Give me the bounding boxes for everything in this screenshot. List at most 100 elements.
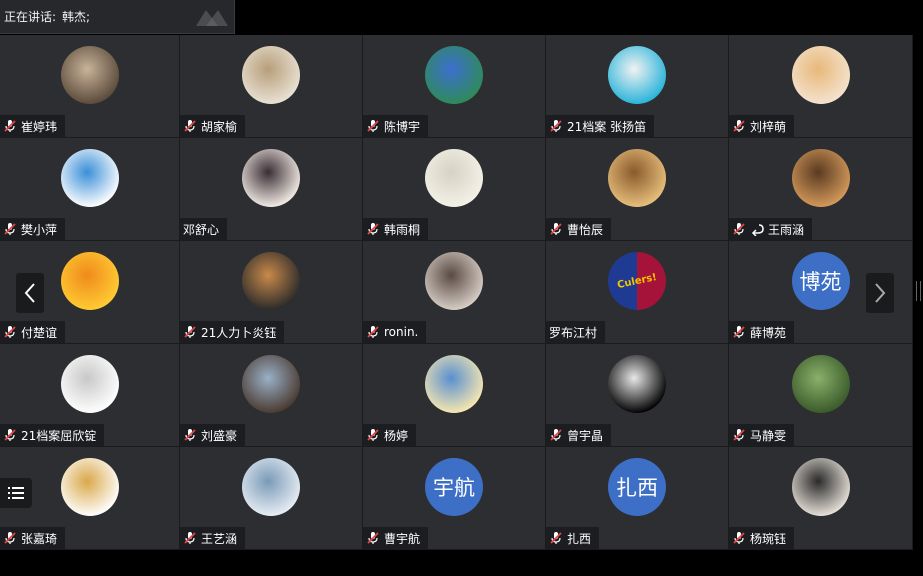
avatar-initials: 宇航	[433, 476, 475, 500]
participant-nametag: 21档案屈欣锭	[0, 424, 105, 446]
participant-tile[interactable]: 曾宇晶	[546, 344, 729, 447]
participant-name: 21档案屈欣锭	[21, 428, 97, 443]
participant-tile[interactable]: 杨琬钰	[729, 447, 913, 550]
participant-tile[interactable]: 胡家榆	[180, 35, 363, 138]
participant-list-button[interactable]	[0, 478, 32, 508]
participant-nametag: 罗布江村	[546, 321, 606, 343]
participant-avatar	[60, 46, 119, 104]
participant-name: 罗布江村	[549, 325, 598, 340]
mic-muted-icon	[550, 532, 562, 544]
participant-nametag: 胡家榆	[180, 115, 246, 137]
participant-nametag: 付楚谊	[0, 321, 66, 343]
participant-nametag: 邓舒心	[180, 218, 228, 240]
participant-name: 杨婷	[384, 428, 409, 443]
mic-muted-icon	[184, 326, 196, 338]
participant-avatar	[242, 458, 300, 516]
participant-avatar	[242, 46, 300, 104]
participant-avatar	[425, 355, 483, 413]
participant-tile[interactable]: 扎西 扎西	[546, 447, 729, 550]
participant-nametag: 扎西	[546, 527, 600, 549]
participant-nametag: 崔婷玮	[0, 115, 66, 137]
participant-tile[interactable]: 刘盛豪	[180, 344, 363, 447]
prev-page-button[interactable]	[16, 273, 44, 313]
participant-avatar	[791, 458, 850, 516]
participant-tile[interactable]: 王雨涵	[729, 138, 913, 241]
participant-avatar	[791, 355, 850, 413]
participant-nametag: 曹怡辰	[546, 218, 612, 240]
participant-avatar: Culers!	[608, 252, 666, 310]
participant-name: ronin.	[384, 325, 419, 339]
participant-tile[interactable]: 曹怡辰	[546, 138, 729, 241]
mic-muted-icon	[733, 326, 745, 338]
participant-name: 杨琬钰	[750, 531, 787, 546]
mic-muted-icon	[4, 223, 16, 235]
participant-tile[interactable]: 樊小萍	[0, 138, 180, 241]
mic-muted-icon	[4, 429, 16, 441]
participant-name: 21档案 张扬笛	[567, 119, 647, 134]
participant-avatar	[425, 46, 483, 104]
mic-muted-icon	[550, 120, 562, 132]
participant-avatar: 扎西	[608, 458, 666, 516]
participant-tile[interactable]: 马静雯	[729, 344, 913, 447]
mic-muted-icon	[4, 532, 16, 544]
participant-tile[interactable]: 韩雨桐	[363, 138, 546, 241]
participant-avatar	[242, 252, 300, 310]
active-speaker-indicator: 正在讲话: 韩杰;	[0, 0, 235, 34]
participant-nametag: 杨琬钰	[729, 527, 795, 549]
participant-name: 张嘉琦	[21, 531, 58, 546]
active-speaker-name: 韩杰;	[62, 10, 91, 24]
participant-tile[interactable]: 21档案 张扬笛	[546, 35, 729, 138]
participant-tile[interactable]: 王艺涵	[180, 447, 363, 550]
participant-name: 樊小萍	[21, 222, 58, 237]
participant-name: 韩雨桐	[384, 222, 421, 237]
participant-tile[interactable]: 崔婷玮	[0, 35, 180, 138]
participant-avatar	[60, 149, 119, 207]
participant-nametag: 樊小萍	[0, 218, 66, 240]
participant-avatar	[242, 355, 300, 413]
avatar-logo-text: Culers!	[616, 271, 658, 291]
participant-tile[interactable]: 刘梓萌	[729, 35, 913, 138]
participant-tile[interactable]: 21档案屈欣锭	[0, 344, 180, 447]
participant-tile[interactable]: 宇航曹宇航	[363, 447, 546, 550]
participant-tile[interactable]: ronin.	[363, 241, 546, 344]
participant-nametag: 韩雨桐	[363, 218, 429, 240]
chevron-left-icon	[24, 283, 35, 303]
participant-name: 马静雯	[750, 428, 787, 443]
participant-name: 陈博宇	[384, 119, 421, 134]
participant-avatar	[60, 458, 119, 516]
resize-handle[interactable]	[916, 281, 921, 301]
mic-muted-icon	[733, 120, 745, 132]
chevron-right-icon	[875, 283, 886, 303]
mic-muted-icon	[733, 532, 745, 544]
participant-tile[interactable]: Culers! 罗布江村	[546, 241, 729, 344]
avatar-initials: 扎西	[616, 476, 658, 500]
participant-nametag: 刘梓萌	[729, 115, 795, 137]
participant-nametag: 杨婷	[363, 424, 417, 446]
mic-muted-icon	[184, 532, 196, 544]
participant-nametag: 曾宇晶	[546, 424, 612, 446]
participant-name: 曾宇晶	[567, 428, 604, 443]
participant-name: 刘梓萌	[750, 119, 787, 134]
participant-nametag: 陈博宇	[363, 115, 429, 137]
participant-avatar	[60, 355, 119, 413]
participant-nametag: 曹宇航	[363, 527, 429, 549]
list-menu-icon	[8, 487, 24, 499]
active-speaker-label: 正在讲话:	[4, 10, 57, 24]
participant-nametag: 王艺涵	[180, 527, 246, 549]
participant-nametag: ronin.	[363, 321, 427, 343]
next-page-button[interactable]	[866, 273, 894, 313]
participant-tile[interactable]: 陈博宇	[363, 35, 546, 138]
mic-muted-icon	[733, 223, 745, 235]
participant-nametag: 张嘉琦	[0, 527, 66, 549]
mic-muted-icon	[550, 429, 562, 441]
mic-muted-icon	[4, 120, 16, 132]
mic-muted-icon	[184, 429, 196, 441]
participant-tile[interactable]: 杨婷	[363, 344, 546, 447]
mic-muted-icon	[184, 120, 196, 132]
mic-muted-icon	[4, 326, 16, 338]
participant-tile[interactable]: 邓舒心	[180, 138, 363, 241]
participant-nametag: 21档案 张扬笛	[546, 115, 655, 137]
participant-name: 胡家榆	[201, 119, 238, 134]
participant-tile[interactable]: 21人力卜炎钰	[180, 241, 363, 344]
participant-avatar	[60, 252, 119, 310]
